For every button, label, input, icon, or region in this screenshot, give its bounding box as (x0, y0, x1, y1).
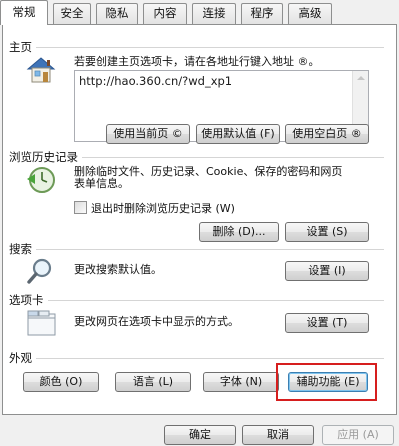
tab-connections[interactable]: 连接 (192, 3, 236, 24)
use-current-button[interactable]: 使用当前页 © (106, 124, 190, 144)
history-clock-icon (25, 164, 57, 196)
apply-button[interactable]: 应用 (A) (322, 425, 394, 445)
tab-advanced[interactable]: 高级 (288, 3, 332, 24)
search-separator (9, 249, 384, 250)
homepage-description: 若要创建主页选项卡，请在各地址行键入地址 ®。 (74, 55, 320, 68)
accessibility-highlight-box (276, 363, 377, 401)
general-panel: 主页 若要创建主页选项卡，请在各地址行键入地址 ®。 http://hao.36… (2, 24, 397, 415)
use-default-button[interactable]: 使用默认值 (F) (196, 124, 280, 144)
use-blank-button[interactable]: 使用空白页 ® (285, 124, 369, 144)
delete-history-button[interactable]: 删除 (D)... (199, 222, 279, 242)
history-description-line2: 表单信息。 (74, 177, 129, 190)
tab-strip: 常规 安全 隐私 内容 连接 程序 高级 (0, 0, 399, 25)
homepage-group-title: 主页 (9, 39, 36, 55)
homepage-separator (9, 47, 384, 48)
search-description: 更改搜索默认值。 (74, 263, 162, 276)
tabs-description: 更改网页在选项卡中显示的方式。 (74, 315, 239, 328)
tab-security[interactable]: 安全 (53, 3, 91, 24)
cancel-button[interactable]: 取消 (242, 425, 314, 445)
colors-button[interactable]: 颜色 (O) (23, 372, 99, 392)
house-icon (25, 55, 57, 85)
tab-programs[interactable]: 程序 (241, 3, 283, 24)
tabs-group-title: 选项卡 (9, 292, 48, 308)
appearance-group-title: 外观 (9, 350, 36, 366)
ok-button[interactable]: 确定 (164, 425, 236, 445)
delete-on-exit-label[interactable]: 退出时删除浏览历史记录 (W) (91, 202, 235, 215)
tabs-separator (9, 300, 384, 301)
history-settings-button[interactable]: 设置 (S) (285, 222, 369, 242)
fonts-button[interactable]: 字体 (N) (203, 372, 279, 392)
magnifier-icon (25, 257, 55, 287)
delete-on-exit-checkbox[interactable] (74, 201, 87, 214)
homepage-url-value: http://hao.360.cn/?wd_xp1 (79, 74, 233, 88)
search-settings-button[interactable]: 设置 (I) (285, 261, 369, 281)
scroll-up-icon[interactable] (357, 76, 365, 80)
history-group-title: 浏览历史记录 (9, 149, 82, 165)
tab-content[interactable]: 内容 (143, 3, 187, 24)
tab-privacy[interactable]: 隐私 (96, 3, 138, 24)
tabbed-window-icon (27, 310, 57, 336)
appearance-separator (9, 358, 384, 359)
languages-button[interactable]: 语言 (L) (115, 372, 191, 392)
tabs-settings-button[interactable]: 设置 (T) (285, 313, 369, 333)
search-group-title: 搜索 (9, 241, 36, 257)
tab-general[interactable]: 常规 (0, 0, 48, 25)
